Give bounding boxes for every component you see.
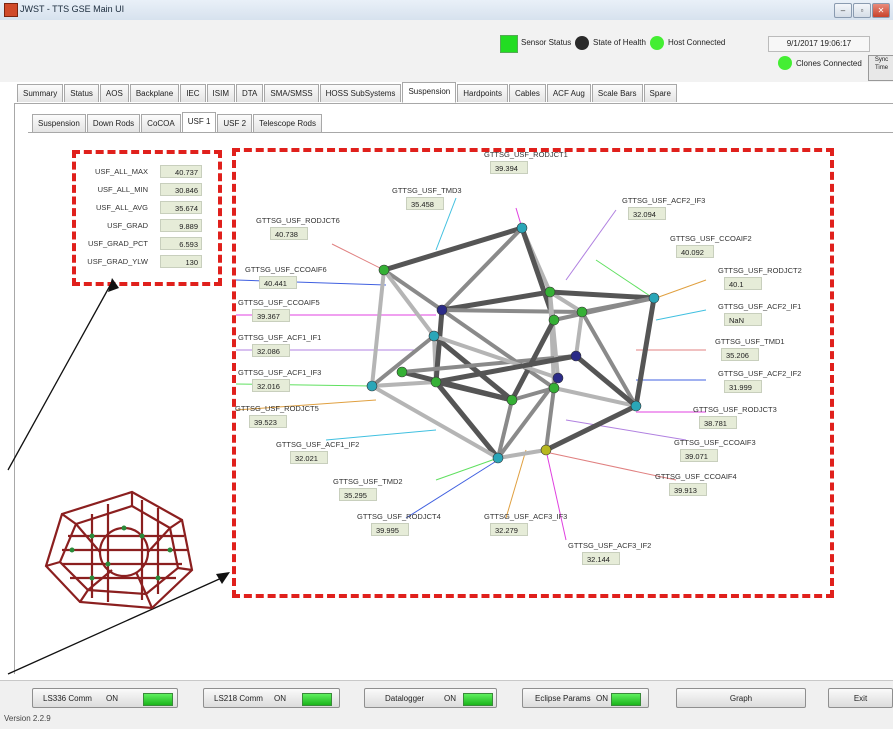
ls336-comm-state: ON xyxy=(106,694,118,703)
state-of-health-label: State of Health xyxy=(593,38,646,47)
main-tab-summary[interactable]: Summary xyxy=(17,84,64,102)
eclipse-params-label: Eclipse Params xyxy=(535,694,591,703)
sub-tab-down-rods[interactable]: Down Rods xyxy=(86,114,141,132)
host-connected-led xyxy=(650,36,664,50)
sensor-status-label: Sensor Status xyxy=(521,38,572,47)
main-tab-iec[interactable]: IEC xyxy=(180,84,206,102)
ls218-comm-state: ON xyxy=(274,694,286,703)
main-tab-cables[interactable]: Cables xyxy=(508,84,546,102)
main-tab-hardpoints[interactable]: Hardpoints xyxy=(457,84,508,102)
ls218-comm-button[interactable]: LS218 Comm ON xyxy=(203,688,340,708)
ls218-comm-led xyxy=(302,693,332,706)
sub-tab-usf-1[interactable]: USF 1 xyxy=(181,112,217,133)
exit-button[interactable]: Exit xyxy=(828,688,893,708)
sub-tab-suspension[interactable]: Suspension xyxy=(32,114,86,132)
main-tab-status[interactable]: Status xyxy=(64,84,99,102)
maximize-button[interactable]: ▫ xyxy=(853,3,871,18)
title-bar xyxy=(0,0,893,21)
host-connected-label: Host Connected xyxy=(668,38,726,47)
sync-time-button[interactable]: Sync Time xyxy=(868,55,893,81)
main-tab-hoss-subsystems[interactable]: HOSS SubSystems xyxy=(319,84,402,102)
ls218-comm-label: LS218 Comm xyxy=(214,694,263,703)
datetime-display: 9/1/2017 19:06:17 xyxy=(768,36,870,52)
sub-tab-telescope-rods[interactable]: Telescope Rods xyxy=(253,114,322,132)
window-title: JWST - TTS GSE Main UI xyxy=(20,4,125,14)
main-tab-backplane[interactable]: Backplane xyxy=(129,84,180,102)
header-area xyxy=(0,20,893,82)
sub-tab-bar: Suspension Down Rods CoCOA USF 1 USF 2 Telesc… xyxy=(32,112,323,133)
datalogger-button[interactable]: Datalogger ON xyxy=(364,688,497,708)
ls336-comm-label: LS336 Comm xyxy=(43,694,92,703)
ls336-comm-button[interactable]: LS336 Comm ON xyxy=(32,688,178,708)
datalogger-label: Datalogger xyxy=(385,694,425,703)
clones-connected-label: Clones Connected xyxy=(796,59,862,68)
close-button[interactable]: ✕ xyxy=(872,3,890,18)
datalogger-state: ON xyxy=(444,694,456,703)
truss-highlight-box xyxy=(232,148,834,598)
main-tab-aos[interactable]: AOS xyxy=(99,84,129,102)
ls336-comm-led xyxy=(143,693,173,706)
sub-panel-divider xyxy=(28,132,893,133)
frame-thumbnail xyxy=(44,490,194,610)
main-tab-suspension[interactable]: Suspension xyxy=(402,82,457,103)
state-of-health-led xyxy=(575,36,589,50)
eclipse-params-state: ON xyxy=(596,694,608,703)
sub-tab-usf-2[interactable]: USF 2 xyxy=(217,114,253,132)
datalogger-led xyxy=(463,693,493,706)
sub-tab-cocoa[interactable]: CoCOA xyxy=(141,114,181,132)
main-tab-acf-aug[interactable]: ACF Aug xyxy=(546,84,591,102)
main-tab-sma-smss[interactable]: SMA/SMSS xyxy=(264,84,319,102)
minimize-button[interactable]: – xyxy=(834,3,852,18)
sensor-status-indicator xyxy=(500,35,518,53)
metrics-highlight-box xyxy=(72,150,222,286)
main-tab-spare[interactable]: Spare xyxy=(643,84,677,102)
eclipse-params-led xyxy=(611,693,641,706)
main-tab-dta[interactable]: DTA xyxy=(235,84,264,102)
app-icon xyxy=(4,3,18,17)
main-tab-scale-bars[interactable]: Scale Bars xyxy=(591,84,643,102)
version-label: Version 2.2.9 xyxy=(4,714,51,723)
graph-button[interactable]: Graph xyxy=(676,688,806,708)
main-tab-isim[interactable]: ISIM xyxy=(206,84,235,102)
eclipse-params-button[interactable]: Eclipse Params ON xyxy=(522,688,649,708)
clones-connected-led xyxy=(778,56,792,70)
main-tab-bar: Summary Status AOS Backplane IEC ISIM DTA SMA/S… xyxy=(17,82,678,103)
